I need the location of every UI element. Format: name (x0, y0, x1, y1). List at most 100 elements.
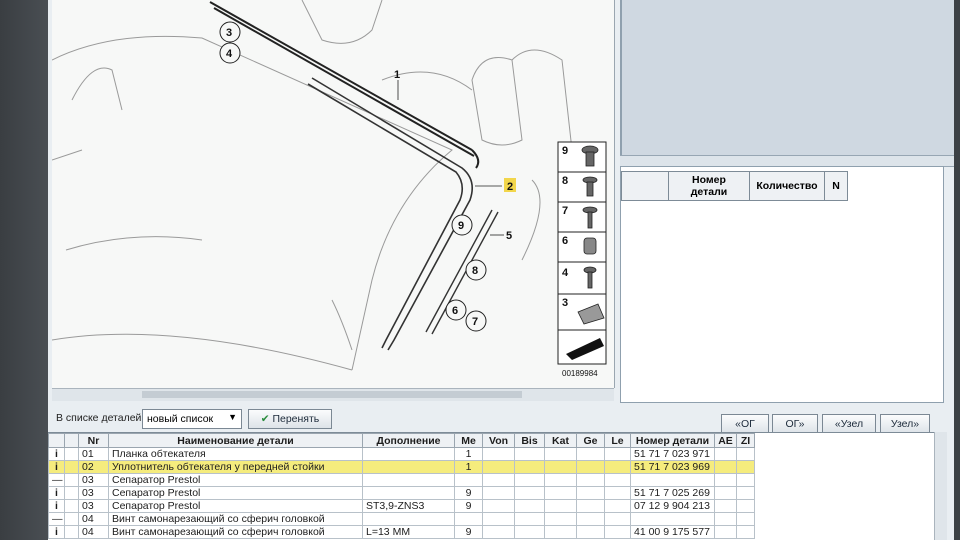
row-kat (544, 512, 577, 526)
row-bis (514, 525, 545, 539)
callout-7: 7 (472, 316, 478, 328)
diagram-scrollbar[interactable] (52, 388, 614, 401)
row-nr: 01 (78, 447, 109, 461)
col-le[interactable]: Le (604, 433, 631, 448)
row-zi (736, 473, 755, 487)
col-part-number[interactable]: Номер детали (630, 433, 715, 448)
row-nr: 03 (78, 473, 109, 487)
row-nr: 03 (78, 499, 109, 513)
callout-5: 5 (506, 230, 512, 242)
row-me: 9 (454, 499, 483, 513)
row-kat (544, 447, 577, 461)
info-icon[interactable]: i (48, 499, 65, 513)
col-me[interactable]: Me (454, 433, 483, 448)
row-addition (362, 486, 455, 500)
node-prev-button[interactable]: «Узел (822, 414, 876, 434)
og-prev-button[interactable]: «ОГ (721, 414, 769, 434)
col-kat[interactable]: Kat (544, 433, 577, 448)
table-row[interactable]: i 02 Уплотнитель обтекателя у передней сто… (48, 460, 755, 474)
col-addition[interactable]: Дополнение (362, 433, 455, 448)
row-part-number: 51 71 7 023 971 (630, 447, 715, 461)
col-zi[interactable]: ZI (736, 433, 755, 448)
chevron-down-icon: ▼ (228, 412, 237, 422)
table-row[interactable]: i 04 Винт самонарезающий со сферич головко… (48, 525, 755, 539)
og-next-button[interactable]: ОГ» (772, 414, 818, 434)
diagram-drawing: 3 4 1 2 9 5 8 6 7 9 8 7 6 4 3 00189984 (52, 0, 607, 378)
table-row[interactable]: — 03 Сепаратор Prestol (48, 473, 755, 487)
dash-icon[interactable]: — (48, 512, 65, 526)
list-toolbar: В списке деталей новый список ▼ ✔ Переня… (48, 404, 954, 434)
info-icon[interactable]: i (48, 525, 65, 539)
row-kat (544, 473, 577, 487)
row-bis (514, 473, 545, 487)
row-me: 9 (454, 486, 483, 500)
row-le (604, 473, 631, 487)
row-ge (576, 473, 605, 487)
row-me: 9 (454, 525, 483, 539)
col-ae[interactable]: AE (714, 433, 737, 448)
row-ge (576, 447, 605, 461)
row-ae (714, 512, 737, 526)
col-von[interactable]: Von (482, 433, 515, 448)
row-le (604, 486, 631, 500)
row-bis (514, 512, 545, 526)
row-kat (544, 525, 577, 539)
transfer-button[interactable]: ✔ Перенять (248, 409, 332, 429)
callout-3: 3 (226, 27, 232, 39)
row-addition (362, 460, 455, 474)
row-part-number: 51 71 7 025 269 (630, 486, 715, 500)
callout-1: 1 (394, 69, 400, 81)
col-name[interactable]: Наименование детали (108, 433, 363, 448)
col-ge[interactable]: Ge (576, 433, 605, 448)
row-name: Винт самонарезающий со сферич головкой (108, 512, 363, 526)
row-part-number: 07 12 9 904 213 (630, 499, 715, 513)
info-icon[interactable]: i (48, 460, 65, 474)
row-flag (64, 447, 79, 461)
legend-8: 8 (562, 175, 568, 187)
fastener-legend: 9 8 7 6 4 3 00189984 (557, 141, 607, 378)
row-addition: L=13 MM (362, 525, 455, 539)
row-ae (714, 473, 737, 487)
row-name: Сепаратор Prestol (108, 486, 363, 500)
row-von (482, 499, 515, 513)
grid-scrollbar[interactable] (934, 432, 947, 540)
row-le (604, 447, 631, 461)
row-addition (362, 447, 455, 461)
row-ge (576, 525, 605, 539)
row-bis (514, 460, 545, 474)
row-part-number (630, 512, 715, 526)
list-select[interactable]: новый список ▼ (142, 409, 242, 429)
row-nr: 04 (78, 512, 109, 526)
row-flag (64, 460, 79, 474)
row-addition (362, 473, 455, 487)
info-icon[interactable]: i (48, 447, 65, 461)
in-list-label: В списке деталей (56, 412, 142, 424)
row-le (604, 460, 631, 474)
node-next-button[interactable]: Узел» (880, 414, 930, 434)
col-nr[interactable]: Nr (78, 433, 109, 448)
row-kat (544, 460, 577, 474)
row-name: Сепаратор Prestol (108, 473, 363, 487)
table-row[interactable]: — 04 Винт самонарезающий со сферич головко… (48, 512, 755, 526)
parts-grid: Nr Наименование детали Дополнение Me Von… (48, 432, 934, 540)
row-nr: 03 (78, 486, 109, 500)
table-row[interactable]: i 03 Сепаратор Prestol ST3,9-ZNS3 9 07 12 9 9… (48, 499, 755, 513)
row-me: 1 (454, 460, 483, 474)
table-row[interactable]: i 03 Сепаратор Prestol 9 51 71 7 025 269 (48, 486, 755, 500)
row-ae (714, 447, 737, 461)
row-von (482, 486, 515, 500)
table-row[interactable]: i 01 Планка обтекателя 1 51 71 7 023 971 (48, 447, 755, 461)
row-part-number (630, 473, 715, 487)
col-blank (621, 171, 669, 201)
col-bis[interactable]: Bis (514, 433, 545, 448)
scroll-thumb[interactable] (142, 391, 522, 398)
row-zi (736, 499, 755, 513)
row-ae (714, 525, 737, 539)
col-part-number: Номер детали (668, 171, 750, 201)
row-von (482, 460, 515, 474)
parts-diagram[interactable]: 3 4 1 2 9 5 8 6 7 9 8 7 6 4 3 00189984 (52, 0, 615, 388)
transfer-label: Перенять (272, 413, 320, 425)
info-icon[interactable]: i (48, 486, 65, 500)
dash-icon[interactable]: — (48, 473, 65, 487)
row-bis (514, 499, 545, 513)
